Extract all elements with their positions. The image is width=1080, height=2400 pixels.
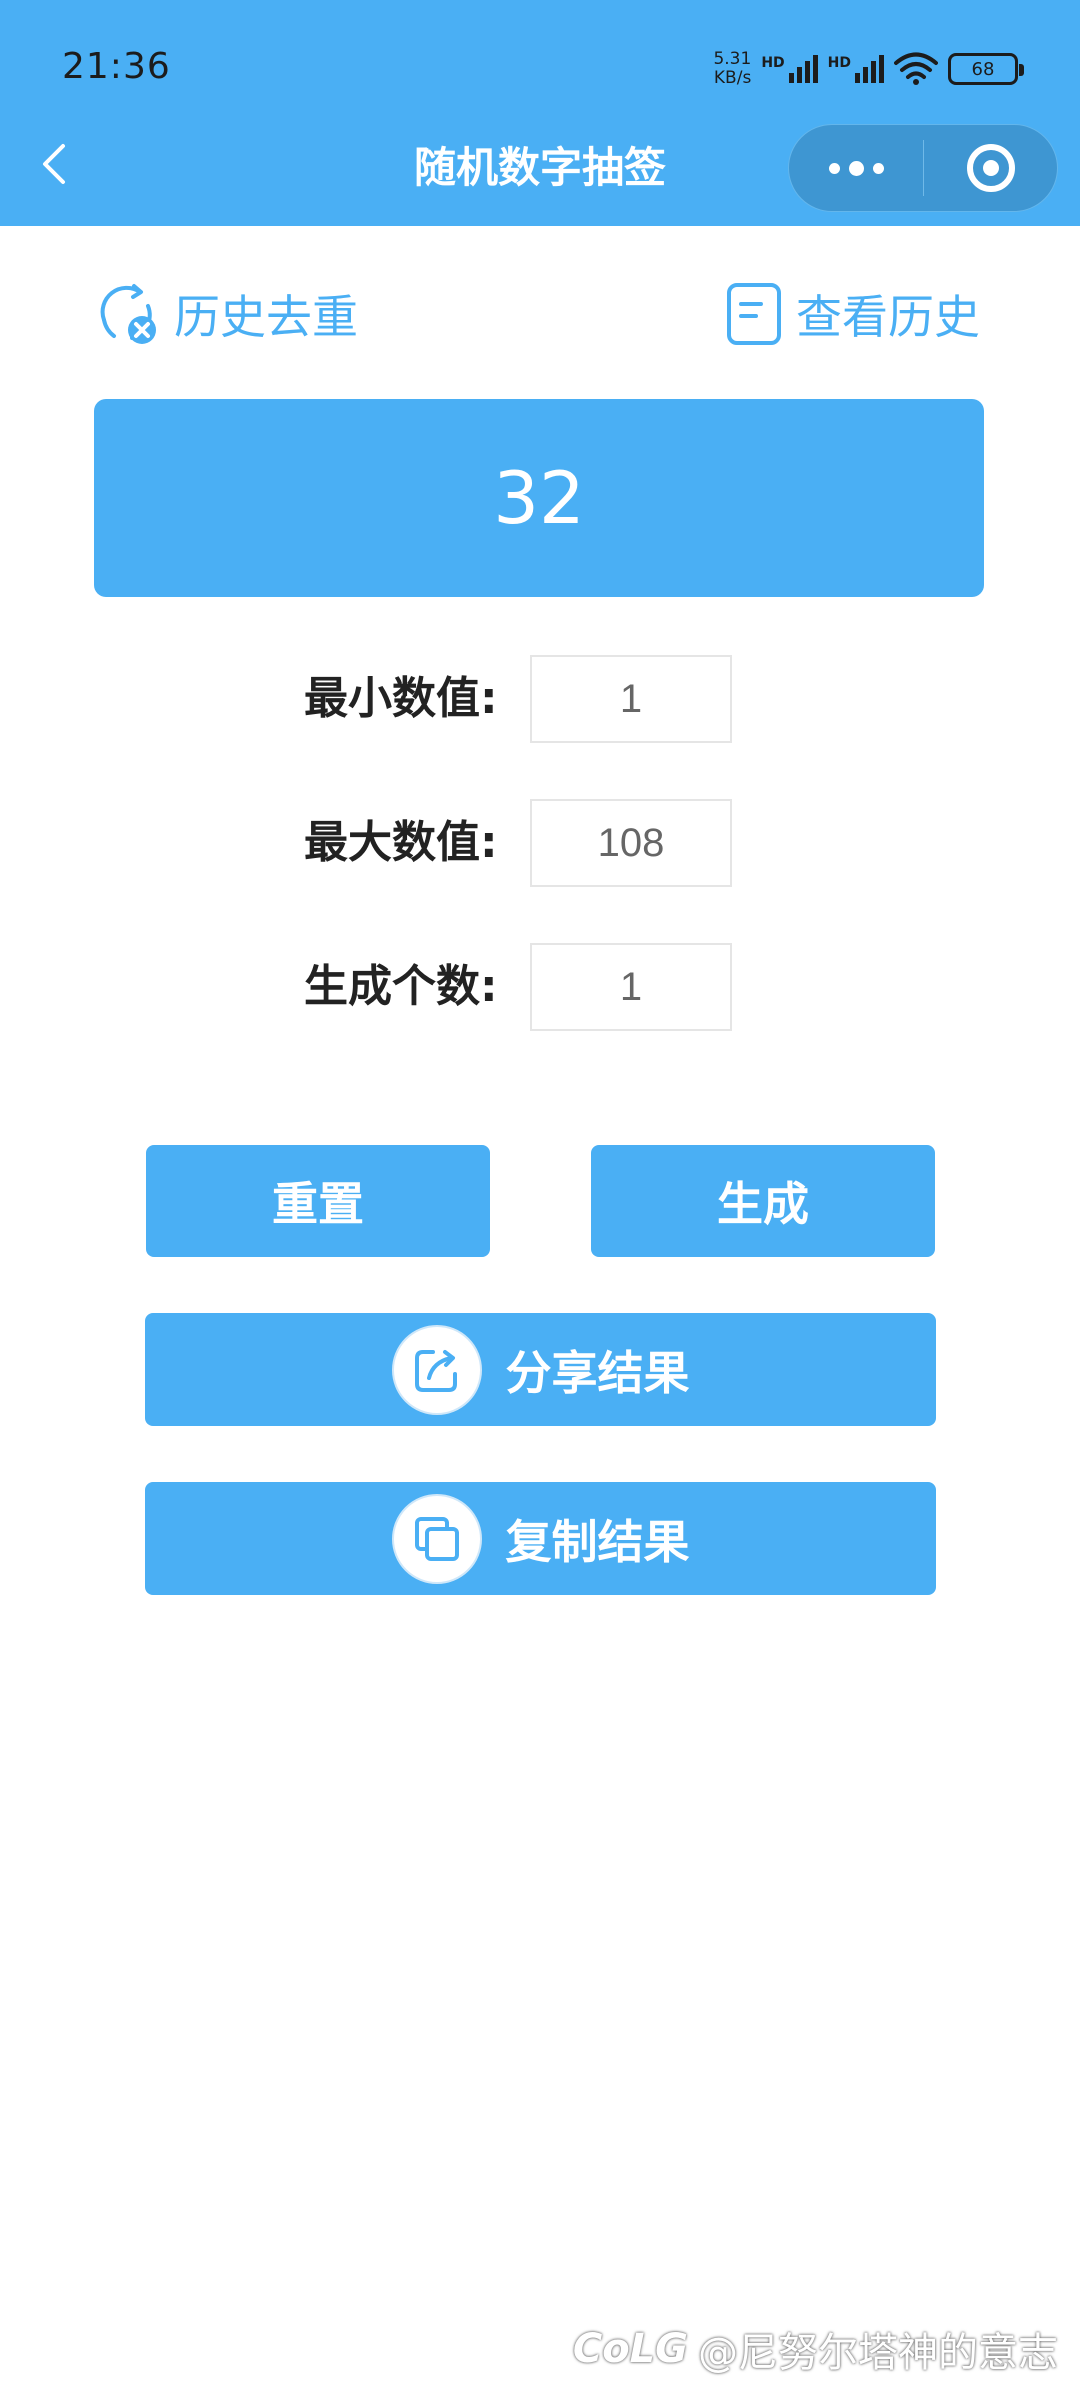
history-dedup-label: 历史去重 xyxy=(174,290,358,344)
wifi-icon xyxy=(894,52,938,85)
max-row: 最大数值: xyxy=(0,799,1080,887)
result-value: 32 xyxy=(493,456,585,540)
net-speed-value: 5.31 xyxy=(713,49,752,69)
status-icons: 5.31 KB/s HD HD 68 xyxy=(713,46,1024,92)
count-row: 生成个数: xyxy=(0,943,1080,1031)
reset-button[interactable]: 重置 xyxy=(146,1145,490,1257)
watermark-logo: CoLG xyxy=(572,2326,688,2372)
max-input[interactable] xyxy=(530,799,732,887)
battery-level: 68 xyxy=(971,58,995,80)
generate-label: 生成 xyxy=(717,1177,809,1231)
result-display: 32 xyxy=(94,399,984,597)
circle-target-icon xyxy=(966,144,1015,192)
reset-label: 重置 xyxy=(272,1177,364,1231)
share-result-button[interactable]: 分享结果 xyxy=(145,1313,936,1426)
share-icon xyxy=(391,1324,482,1415)
signal-1-icon: HD xyxy=(761,55,818,83)
watermark-text: @尼努尔塔神的意志 xyxy=(698,2330,1058,2376)
generate-button[interactable]: 生成 xyxy=(591,1145,935,1257)
battery-icon: 68 xyxy=(948,53,1024,85)
count-label: 生成个数: xyxy=(304,961,498,1012)
more-button[interactable] xyxy=(789,124,923,212)
history-dedup-button[interactable]: 历史去重 xyxy=(92,278,358,350)
share-result-label: 分享结果 xyxy=(505,1345,690,1400)
watermark: CoLG @尼努尔塔神的意志 xyxy=(573,2320,1058,2378)
copy-result-label: 复制结果 xyxy=(505,1514,690,1569)
signal-2-icon: HD xyxy=(828,55,884,83)
header-bar: 21:36 5.31 KB/s HD HD 68 随机数字抽签 xyxy=(0,0,1080,226)
signal-1-hd: HD xyxy=(761,55,785,71)
min-label: 最小数值: xyxy=(304,673,498,724)
min-row: 最小数值: xyxy=(0,655,1080,743)
more-dots-icon xyxy=(828,162,840,174)
net-speed-unit: KB/s xyxy=(713,68,752,88)
close-button[interactable] xyxy=(924,124,1057,212)
max-label: 最大数值: xyxy=(304,817,498,868)
count-input[interactable] xyxy=(530,943,732,1031)
copy-result-button[interactable]: 复制结果 xyxy=(145,1482,936,1595)
copy-icon xyxy=(391,1493,482,1584)
min-input[interactable] xyxy=(530,655,732,743)
page: 21:36 5.31 KB/s HD HD 68 随机数字抽签 历史去重 查看历… xyxy=(0,0,1080,2400)
document-icon xyxy=(727,283,781,345)
signal-2-hd: HD xyxy=(827,55,851,71)
net-speed: 5.31 KB/s xyxy=(713,50,751,88)
mini-program-capsule xyxy=(788,124,1058,212)
refresh-x-icon xyxy=(100,284,156,344)
view-history-label: 查看历史 xyxy=(796,290,980,344)
view-history-button[interactable]: 查看历史 xyxy=(726,278,980,350)
status-time: 21:36 xyxy=(62,46,171,87)
